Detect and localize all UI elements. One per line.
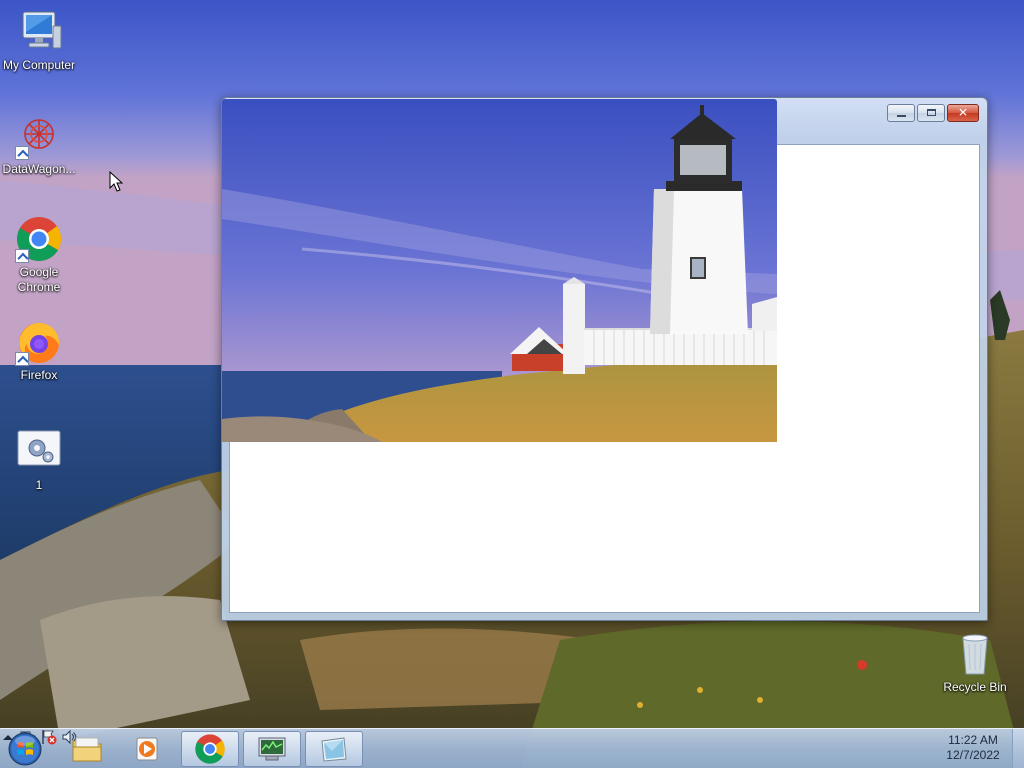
computer-icon	[15, 8, 63, 56]
taskbar-button-file-explorer[interactable]	[58, 731, 116, 767]
show-desktop-button[interactable]	[1012, 729, 1024, 768]
desktop-icon-datawagon[interactable]: DataWagon...	[0, 112, 78, 177]
taskbar-clock[interactable]: 11:22 AM 12/7/2022	[936, 733, 1010, 763]
desktop-icon-label: Recycle Bin	[943, 680, 1007, 694]
desktop-icon-label: DataWagon...	[2, 162, 76, 176]
firefox-icon	[15, 318, 63, 366]
mouse-cursor-icon	[109, 171, 123, 192]
network-monitor-icon	[258, 737, 286, 761]
desktop: My Computer DataWagon... Google Chrome F…	[0, 0, 1024, 768]
settings-app-icon	[15, 428, 63, 476]
recycle-bin-icon	[951, 630, 999, 678]
desktop-icon-1[interactable]: 1	[0, 428, 78, 493]
shortcut-arrow-icon	[15, 249, 29, 263]
taskbar-button-network-monitor[interactable]	[243, 731, 301, 767]
minimize-icon	[897, 115, 906, 117]
taskbar-button-chrome[interactable]	[181, 731, 239, 767]
minimize-button[interactable]	[887, 104, 915, 122]
taskbar-button-media-player[interactable]	[118, 731, 176, 767]
desktop-icon-label: My Computer	[2, 58, 76, 72]
media-player-icon	[136, 737, 158, 761]
taskbar-button-notepad-window[interactable]	[305, 731, 363, 767]
taskbar: 11:22 AM 12/7/2022	[0, 728, 1024, 768]
file-explorer-icon	[72, 737, 102, 762]
desktop-icon-label: Firefox	[20, 368, 58, 382]
close-icon: ✕	[957, 105, 969, 120]
clock-date: 12/7/2022	[946, 748, 1000, 762]
shortcut-arrow-icon	[15, 352, 29, 366]
clock-time: 11:22 AM	[948, 733, 998, 747]
start-button[interactable]	[6, 731, 44, 767]
maximize-button[interactable]	[917, 104, 945, 122]
splash-image-lighthouse	[222, 99, 777, 442]
desktop-icon-recycle-bin[interactable]: Recycle Bin	[936, 630, 1014, 695]
datawagon-icon	[15, 112, 63, 160]
desktop-icon-google-chrome[interactable]: Google Chrome	[0, 215, 78, 295]
desktop-icon-label: Google Chrome	[17, 265, 61, 294]
window-caption-buttons: ✕	[887, 104, 979, 122]
maximize-icon	[927, 109, 936, 116]
desktop-icon-my-computer[interactable]: My Computer	[0, 8, 78, 73]
chrome-icon	[15, 215, 63, 263]
windows-start-icon	[8, 732, 42, 766]
desktop-icon-label: 1	[35, 478, 43, 492]
chrome-icon	[195, 734, 225, 764]
desktop-icon-firefox[interactable]: Firefox	[0, 318, 78, 383]
close-button[interactable]: ✕	[947, 104, 979, 122]
shortcut-arrow-icon	[15, 146, 29, 160]
notepad-window-icon	[321, 737, 347, 762]
